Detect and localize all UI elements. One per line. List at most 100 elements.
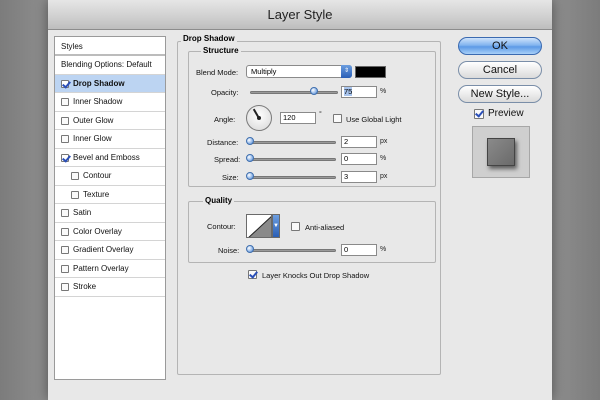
use-global-light-checkbox[interactable]	[333, 114, 342, 123]
style-enable-checkbox[interactable]	[61, 135, 69, 143]
distance-value: 2	[344, 137, 349, 146]
contour-curve-icon	[248, 216, 271, 237]
drop-shadow-title: Drop Shadow	[181, 34, 237, 43]
anti-aliased-checkbox[interactable]	[291, 222, 300, 231]
angle-input[interactable]: 120	[280, 112, 316, 124]
styles-list-item[interactable]: Contour	[55, 167, 165, 186]
distance-unit: px	[380, 138, 388, 145]
use-global-light-label: Use Global Light	[346, 115, 402, 124]
styles-list-header[interactable]: Styles	[55, 37, 165, 56]
blend-mode-value: Multiply	[251, 67, 277, 76]
ok-button[interactable]: OK	[458, 37, 542, 55]
noise-input[interactable]: 0	[341, 244, 377, 256]
dialog-title: Layer Style	[48, 0, 552, 30]
style-enable-checkbox[interactable]	[71, 172, 79, 180]
noise-slider-track[interactable]	[248, 249, 336, 252]
blend-mode-select[interactable]: Multiply ⇕	[246, 65, 352, 78]
distance-label: Distance:	[207, 138, 239, 147]
opacity-slider-thumb[interactable]	[310, 87, 318, 95]
styles-list-item[interactable]: Gradient Overlay	[55, 241, 165, 260]
styles-list-item-label: Bevel and Emboss	[73, 152, 140, 162]
styles-list-item[interactable]: Drop Shadow	[55, 74, 165, 93]
size-label: Size:	[222, 173, 239, 182]
angle-value: 120	[283, 113, 296, 122]
opacity-slider-track[interactable]	[250, 91, 338, 94]
styles-list-panel: Styles Blending Options: Default Drop Sha…	[54, 36, 166, 380]
quality-title: Quality	[203, 196, 235, 205]
angle-unit: °	[319, 111, 322, 118]
preview-label: Preview	[488, 108, 524, 119]
style-enable-checkbox[interactable]	[61, 246, 69, 254]
styles-list-item-label: Inner Glow	[73, 134, 112, 143]
style-enable-checkbox[interactable]	[61, 209, 69, 217]
shadow-color-swatch[interactable]	[355, 66, 386, 78]
spread-label: Spread:	[214, 155, 241, 164]
styles-list-item-label: Inner Shadow	[73, 97, 123, 106]
styles-list-item[interactable]: Stroke	[55, 278, 165, 297]
styles-list-item[interactable]: Satin	[55, 204, 165, 223]
styles-list-item-label: Drop Shadow	[73, 78, 125, 88]
spread-input[interactable]: 0	[341, 153, 377, 165]
layer-style-dialog: Layer Style Styles Blending Options: Def…	[48, 0, 552, 400]
opacity-unit: %	[380, 88, 387, 95]
size-value: 3	[344, 172, 349, 181]
style-preview-thumbnail	[472, 126, 530, 178]
styles-list-item-label: Outer Glow	[73, 115, 114, 125]
distance-slider-track[interactable]	[248, 141, 336, 144]
styles-list-item-label: Blending Options: Default	[61, 60, 152, 69]
style-enable-checkbox[interactable]	[61, 227, 69, 236]
styles-list-item-label: Gradient Overlay	[73, 245, 134, 254]
new-style-button[interactable]: New Style...	[458, 85, 542, 103]
contour-dropdown-arrow[interactable]: ▼	[272, 214, 280, 238]
layer-knocks-out-checkbox[interactable]	[248, 270, 257, 279]
style-enable-checkbox[interactable]	[61, 283, 69, 291]
style-enable-checkbox[interactable]	[71, 190, 79, 199]
blend-mode-label: Blend Mode:	[196, 68, 239, 77]
opacity-label: Opacity:	[211, 88, 239, 97]
style-enable-checkbox[interactable]	[61, 153, 69, 162]
style-enable-checkbox[interactable]	[61, 98, 69, 106]
styles-list-item[interactable]: Color Overlay	[55, 223, 165, 241]
spread-slider-thumb[interactable]	[246, 154, 254, 162]
styles-list-item-label: Pattern Overlay	[73, 263, 129, 273]
preview-checkbox[interactable]	[474, 109, 484, 119]
styles-list-item[interactable]: Outer Glow	[55, 112, 165, 130]
opacity-value: 75	[344, 87, 353, 96]
styles-list-item-label: Color Overlay	[73, 226, 122, 236]
styles-list-item[interactable]: Inner Shadow	[55, 93, 165, 112]
desktop-backdrop-left	[0, 0, 48, 400]
size-unit: px	[380, 173, 388, 180]
styles-list-item[interactable]: Bevel and Emboss	[55, 149, 165, 167]
styles-list-item-label: Texture	[83, 189, 110, 199]
spread-slider-track[interactable]	[248, 158, 336, 161]
layer-knocks-out-label: Layer Knocks Out Drop Shadow	[262, 271, 370, 280]
noise-value: 0	[344, 245, 349, 254]
noise-unit: %	[380, 246, 387, 253]
styles-list-item[interactable]: Blending Options: Default	[55, 56, 165, 75]
spread-value: 0	[344, 154, 349, 163]
styles-list-item[interactable]: Texture	[55, 186, 165, 204]
noise-slider-thumb[interactable]	[246, 245, 254, 253]
style-enable-checkbox[interactable]	[61, 79, 69, 88]
size-input[interactable]: 3	[341, 171, 377, 183]
style-enable-checkbox[interactable]	[61, 264, 69, 273]
angle-label: Angle:	[214, 115, 236, 124]
desktop-backdrop-right	[552, 0, 600, 400]
styles-list-item-label: Contour	[83, 171, 112, 180]
distance-input[interactable]: 2	[341, 136, 377, 148]
opacity-input[interactable]: 75	[341, 86, 377, 98]
styles-list-item[interactable]: Inner Glow	[55, 130, 165, 149]
anti-aliased-label: Anti-aliased	[305, 223, 345, 232]
size-slider-thumb[interactable]	[246, 172, 254, 180]
size-slider-track[interactable]	[248, 176, 336, 179]
updown-arrows-icon: ⇕	[341, 65, 352, 78]
styles-list-item[interactable]: Pattern Overlay	[55, 260, 165, 278]
cancel-button[interactable]: Cancel	[458, 61, 542, 79]
angle-dial-center	[257, 116, 261, 120]
angle-dial[interactable]	[246, 105, 272, 131]
style-enable-checkbox[interactable]	[61, 116, 69, 125]
contour-preview[interactable]	[246, 214, 272, 238]
styles-list-item-label: Satin	[73, 208, 92, 217]
distance-slider-thumb[interactable]	[246, 137, 254, 145]
structure-title: Structure	[201, 46, 241, 55]
